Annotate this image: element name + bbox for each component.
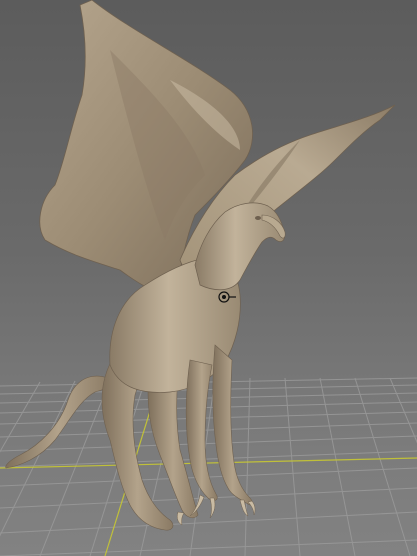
front-leg-right <box>212 344 253 506</box>
eye <box>255 216 261 220</box>
griffin-model[interactable] <box>5 0 396 531</box>
3d-viewport[interactable] <box>0 0 417 556</box>
tail <box>5 375 113 469</box>
viewport-canvas[interactable] <box>0 0 417 556</box>
